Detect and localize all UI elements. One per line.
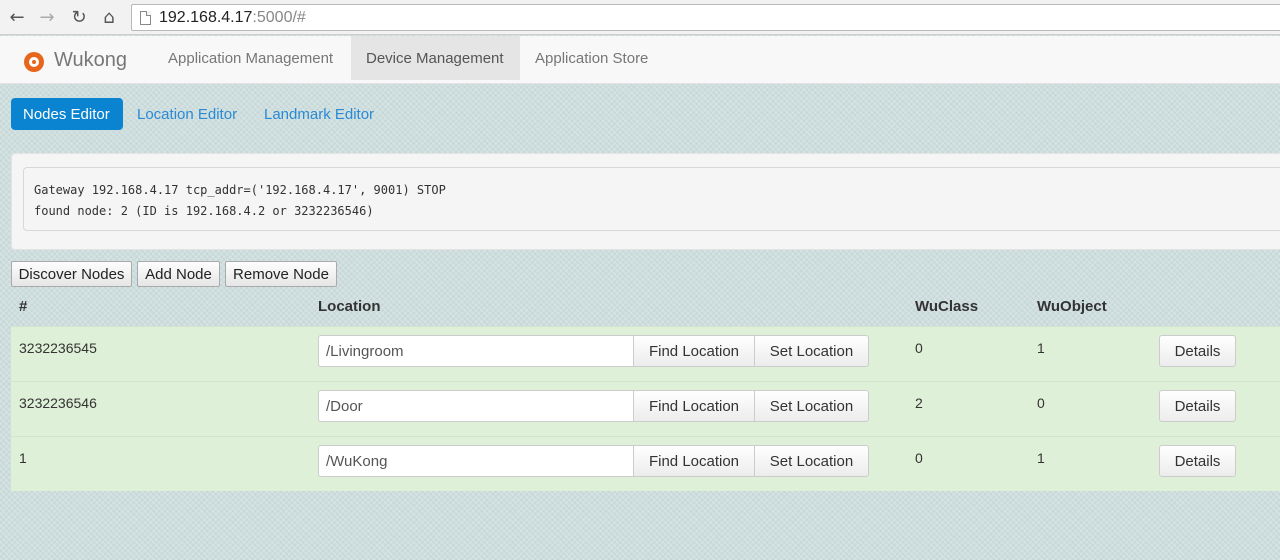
- console-panel: Gateway 192.168.4.17 tcp_addr=('192.168.…: [11, 153, 1280, 250]
- set-location-button[interactable]: Set Location: [754, 445, 869, 477]
- details-button[interactable]: Details: [1159, 445, 1236, 477]
- nav-application-store[interactable]: Application Store: [520, 36, 663, 80]
- tab-location-editor[interactable]: Location Editor: [125, 98, 249, 130]
- table-row: 3232236546 /Door Find Location Set Locat…: [11, 381, 1280, 436]
- wuclass-count: 0: [915, 450, 923, 466]
- console-log: Gateway 192.168.4.17 tcp_addr=('192.168.…: [23, 167, 1280, 231]
- wuclass-count: 2: [915, 395, 923, 411]
- node-id: 3232236546: [19, 395, 97, 411]
- wukong-logo-icon: [24, 52, 44, 72]
- tab-landmark-editor[interactable]: Landmark Editor: [252, 98, 386, 130]
- console-line: found node: 2 (ID is 192.168.4.2 or 3232…: [34, 204, 374, 218]
- find-location-button[interactable]: Find Location: [633, 335, 755, 367]
- home-icon[interactable]: ⌂: [98, 7, 120, 28]
- url-path: :5000/#: [252, 8, 306, 26]
- url-host: 192.168.4.17: [159, 8, 253, 26]
- brand-name: Wukong: [54, 48, 128, 71]
- app-navbar: Wukong Application Management Device Man…: [0, 36, 1280, 84]
- reload-icon[interactable]: ↻: [68, 7, 90, 28]
- location-input[interactable]: /Livingroom: [318, 335, 634, 367]
- back-arrow-icon[interactable]: ←: [6, 7, 28, 28]
- wuobject-count: 1: [1037, 450, 1045, 466]
- console-line: Gateway 192.168.4.17 tcp_addr=('192.168.…: [34, 183, 446, 197]
- add-node-button[interactable]: Add Node: [137, 261, 220, 287]
- forward-arrow-icon[interactable]: →: [36, 7, 58, 28]
- tab-nodes-editor[interactable]: Nodes Editor: [11, 98, 123, 130]
- column-header-wuobject: WuObject: [1037, 298, 1107, 315]
- node-id: 1: [19, 450, 27, 466]
- browser-toolbar: ← → ↻ ⌂ 192.168.4.17:5000/#: [0, 0, 1280, 35]
- column-header-location: Location: [318, 298, 381, 315]
- table-row: 1 /WuKong Find Location Set Location 0 1…: [11, 436, 1280, 491]
- table-row: 3232236545 /Livingroom Find Location Set…: [11, 326, 1280, 381]
- column-header-id: #: [19, 298, 28, 315]
- set-location-button[interactable]: Set Location: [754, 335, 869, 367]
- find-location-button[interactable]: Find Location: [633, 390, 755, 422]
- column-header-wuclass: WuClass: [915, 298, 979, 315]
- address-bar[interactable]: 192.168.4.17:5000/#: [131, 4, 1280, 31]
- details-button[interactable]: Details: [1159, 335, 1236, 367]
- discover-nodes-button[interactable]: Discover Nodes: [11, 261, 132, 287]
- find-location-button[interactable]: Find Location: [633, 445, 755, 477]
- wuclass-count: 0: [915, 340, 923, 356]
- set-location-button[interactable]: Set Location: [754, 390, 869, 422]
- wuobject-count: 0: [1037, 395, 1045, 411]
- wuobject-count: 1: [1037, 340, 1045, 356]
- remove-node-button[interactable]: Remove Node: [225, 261, 337, 287]
- nav-application-management[interactable]: Application Management: [153, 36, 348, 80]
- nav-device-management[interactable]: Device Management: [351, 36, 520, 80]
- brand[interactable]: Wukong: [24, 36, 127, 84]
- node-id: 3232236545: [19, 340, 97, 356]
- details-button[interactable]: Details: [1159, 390, 1236, 422]
- location-input[interactable]: /Door: [318, 390, 634, 422]
- page-icon: [140, 10, 151, 25]
- location-input[interactable]: /WuKong: [318, 445, 634, 477]
